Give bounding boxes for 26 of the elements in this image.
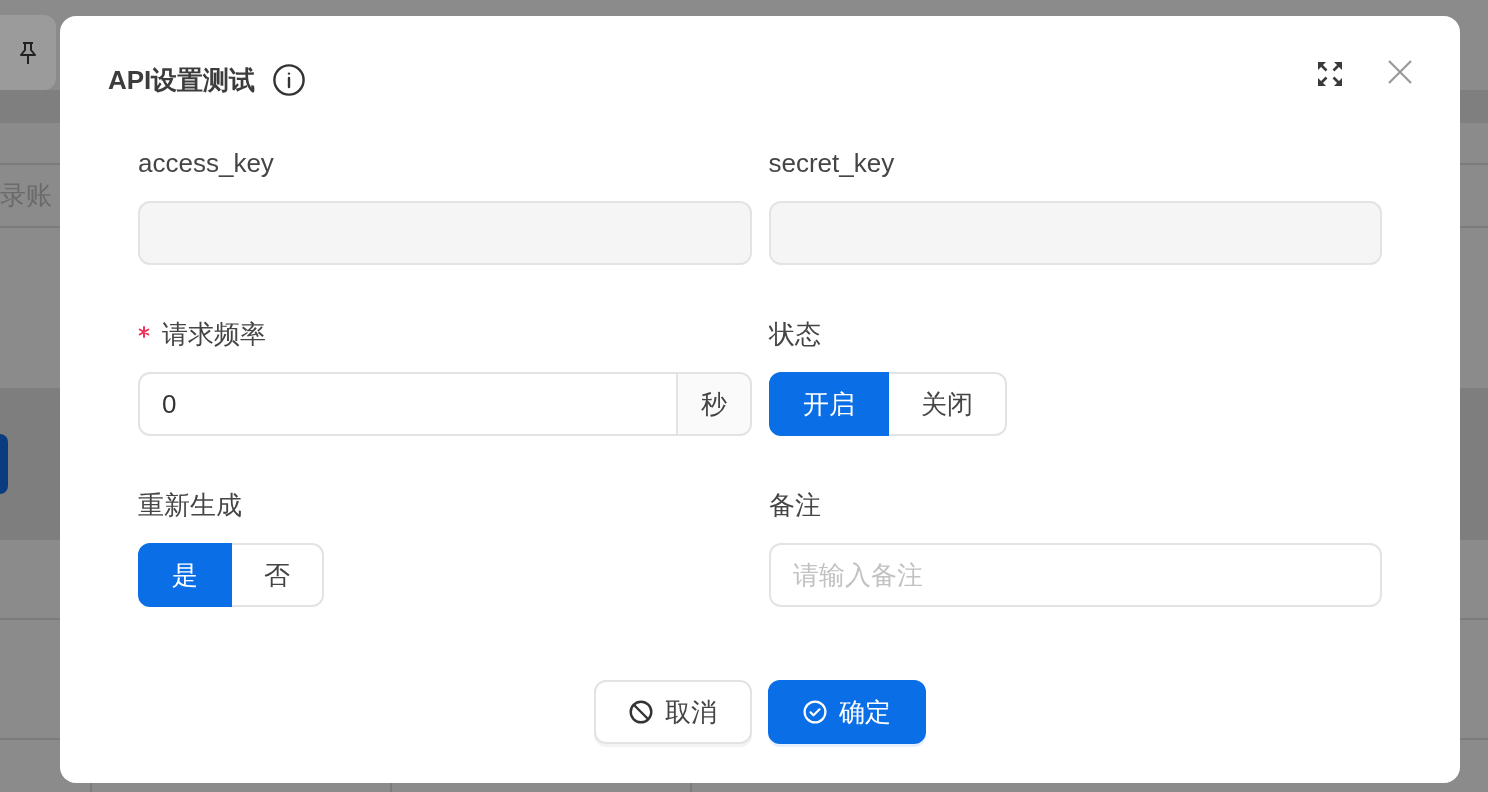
info-icon[interactable] — [273, 64, 306, 96]
confirm-button[interactable]: 确定 — [768, 680, 926, 744]
input-field[interactable] — [138, 201, 752, 265]
prohibited-icon — [629, 700, 653, 724]
cancel-button[interactable]: 取消 — [594, 680, 752, 744]
pinned-tab[interactable] — [0, 15, 56, 90]
field-label: 状态 — [768, 318, 821, 351]
segment-option[interactable]: 关闭 — [888, 372, 1007, 436]
segment-option[interactable]: 开启 — [768, 372, 889, 436]
close-icon[interactable] — [1388, 60, 1412, 84]
field-label: 重新生成 — [138, 489, 242, 522]
field-label: 备注 — [768, 489, 821, 522]
pin-icon — [18, 40, 38, 65]
segment-option[interactable]: 否 — [232, 543, 324, 607]
dialog-title: API设置测试 — [108, 64, 256, 97]
input-field[interactable]: 请输入备注 — [768, 543, 1382, 607]
partial-button[interactable] — [0, 434, 8, 494]
input-field[interactable]: 0 — [138, 372, 678, 436]
field-label: secret_key — [768, 147, 895, 180]
fullscreen-icon[interactable] — [1317, 61, 1343, 87]
segment-option[interactable]: 是 — [138, 543, 232, 607]
field-label: access_key — [138, 147, 274, 180]
check-circle-icon — [803, 700, 827, 724]
unit-addon: 秒 — [677, 372, 752, 436]
field-label: 请求频率 — [162, 318, 266, 351]
input-field[interactable] — [768, 201, 1382, 265]
